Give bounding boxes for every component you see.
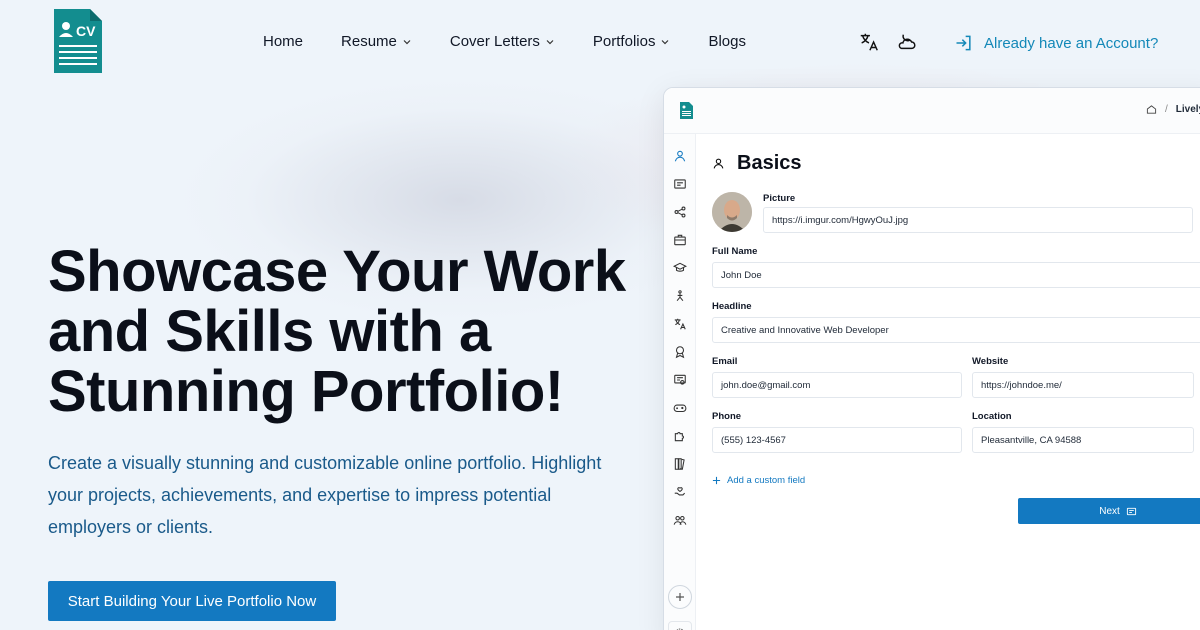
sidebar-item-volunteer[interactable] <box>673 485 687 499</box>
user-icon <box>674 150 686 162</box>
section-title: Basics <box>737 152 802 174</box>
hero-title-line: Stunning Portfolio! <box>48 359 564 424</box>
skills-icon <box>676 290 684 302</box>
hero-title-line: Showcase Your Work <box>48 239 626 304</box>
briefcase-icon <box>674 234 686 246</box>
website-label: Website <box>972 356 1009 367</box>
phone-input[interactable]: (555) 123-4567 <box>712 427 962 453</box>
nav-item-label: Home <box>263 33 304 50</box>
header-icons <box>858 31 918 53</box>
logo-text: CV <box>76 23 96 39</box>
sidebar-item-puzzle[interactable] <box>673 429 687 443</box>
nav-item-resume[interactable]: Resume <box>341 33 412 50</box>
share-icon <box>674 206 686 218</box>
site-header: CV Home Resume Cover Letters Portfolios Blog… <box>0 0 1200 84</box>
sidebar-item-gamepad[interactable] <box>673 401 687 415</box>
nav-item-home[interactable]: Home <box>263 33 303 50</box>
headline-label: Headline <box>712 301 752 312</box>
app-logo-icon[interactable] <box>680 102 693 119</box>
sidebar-item-users[interactable] <box>673 513 687 527</box>
email-input[interactable]: john.doe@gmail.com <box>712 372 962 398</box>
home-icon[interactable] <box>1146 104 1157 115</box>
app-topbar: / Lively <box>664 88 1200 134</box>
login-icon <box>956 35 971 51</box>
nav-item-portfolios[interactable]: Portfolios <box>593 33 671 50</box>
breadcrumb-item[interactable]: Lively <box>1176 104 1200 115</box>
document-icon <box>1126 507 1136 515</box>
breadcrumb-separator: / <box>1165 104 1168 115</box>
add-section-button[interactable] <box>668 585 692 609</box>
app-preview-window: / Lively Basics Picture https://i.imgur.… <box>663 87 1200 630</box>
hero-title: Showcase Your Work and Skills with a Stu… <box>48 242 648 422</box>
sidebar-item-skills[interactable] <box>673 289 687 303</box>
hero-subtitle-line: employers or clients. <box>48 517 214 537</box>
sidebar-item-briefcase[interactable] <box>673 233 687 247</box>
avatar[interactable] <box>712 192 752 232</box>
location-input[interactable]: Pleasantville, CA 94588 <box>972 427 1194 453</box>
full-name-label: Full Name <box>712 246 758 257</box>
sidebar-item-user[interactable] <box>673 149 687 163</box>
gamepad-icon <box>673 404 687 413</box>
nav-item-label: Portfolios <box>592 33 656 50</box>
hero-subtitle-line: Create a visually stunning and customiza… <box>48 453 602 473</box>
nav-item-label: Cover Letters <box>449 33 540 50</box>
next-label: Next <box>1099 505 1120 517</box>
picture-url-input[interactable]: https://i.imgur.com/HgwyOuJ.jpg <box>763 207 1193 233</box>
login-label: Already have an Account? <box>984 34 1159 52</box>
theme-toggle-icon[interactable] <box>896 31 918 53</box>
plus-icon <box>712 476 721 485</box>
sidebar-item-translate[interactable] <box>673 317 687 331</box>
section-header: Basics <box>712 152 802 175</box>
hero-title-line: and Skills with a <box>48 299 491 364</box>
graduation-cap-icon <box>672 262 688 272</box>
cv-logo-icon[interactable]: CV <box>52 9 104 75</box>
user-icon <box>713 158 724 169</box>
sidebar-item-graduation-cap[interactable] <box>672 261 688 275</box>
chevron-down-icon <box>662 39 669 44</box>
sidebar-item-share[interactable] <box>673 205 687 219</box>
picture-label: Picture <box>763 193 796 204</box>
app-sidebar <box>664 134 696 630</box>
volunteer-icon <box>674 487 686 496</box>
next-button[interactable]: Next <box>1018 498 1200 524</box>
chevron-down-icon <box>546 39 554 44</box>
sidebar-item-certificate[interactable] <box>673 373 687 387</box>
plus-icon <box>676 593 684 601</box>
chevron-down-icon <box>403 39 411 44</box>
hero-subtitle-line: your projects, achievements, and experti… <box>48 485 552 505</box>
settings-button[interactable] <box>668 621 692 630</box>
start-building-button[interactable]: Start Building Your Live Portfolio Now <box>48 581 336 621</box>
nav-item-label: Blogs <box>708 33 746 50</box>
headline-input[interactable]: Creative and Innovative Web Developer <box>712 317 1200 343</box>
location-label: Location <box>972 411 1012 422</box>
users-icon <box>673 515 687 525</box>
phone-label: Phone <box>712 411 742 422</box>
hero-subtitle: Create a visually stunning and customiza… <box>48 447 628 543</box>
website-input[interactable]: https://johndoe.me/ <box>972 372 1194 398</box>
translate-icon <box>674 318 686 330</box>
sidebar-item-books[interactable] <box>673 457 687 471</box>
nav-item-blogs[interactable]: Blogs <box>708 33 746 50</box>
login-link[interactable]: Already have an Account? <box>954 33 1158 53</box>
certificate-icon <box>674 374 686 385</box>
translate-icon[interactable] <box>858 31 880 53</box>
sidebar-item-document[interactable] <box>673 177 687 191</box>
avatar-image <box>712 192 752 232</box>
email-label: Email <box>712 356 738 367</box>
add-custom-field-label: Add a custom field <box>727 475 806 486</box>
breadcrumb: / Lively <box>1146 104 1200 115</box>
document-icon <box>674 179 686 189</box>
nav-item-cover-letters[interactable]: Cover Letters <box>450 33 555 50</box>
puzzle-icon <box>674 432 684 442</box>
main-nav: Home Resume Cover Letters Portfolios Blogs <box>263 33 784 50</box>
sidebar-item-award[interactable] <box>673 345 687 359</box>
award-icon <box>675 346 685 359</box>
full-name-input[interactable]: John Doe <box>712 262 1200 288</box>
add-custom-field-button[interactable]: Add a custom field <box>712 475 805 486</box>
nav-item-label: Resume <box>341 33 397 50</box>
books-icon <box>674 458 685 470</box>
